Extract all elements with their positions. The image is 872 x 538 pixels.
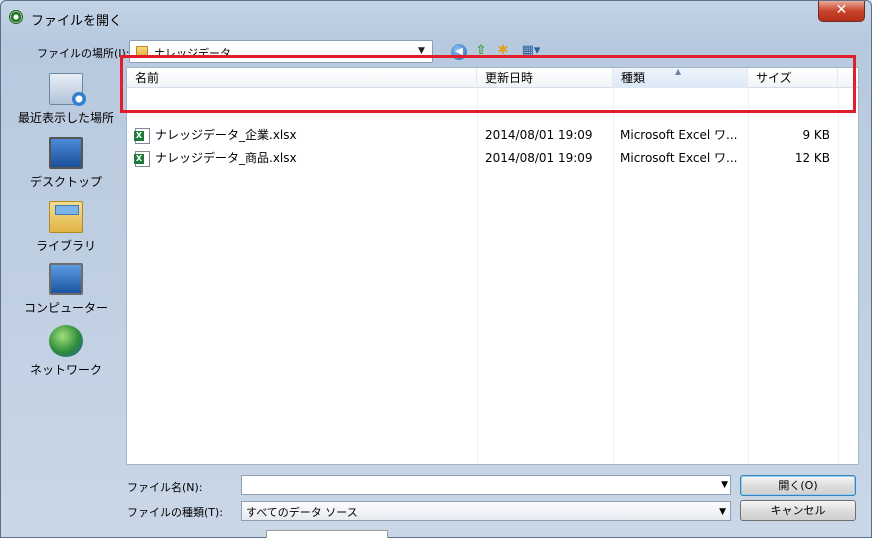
column-header: 名前 更新日時 ▲ 種類 サイズ bbox=[127, 67, 858, 88]
library-icon bbox=[49, 201, 83, 233]
look-in-label: ファイルの場所(I): bbox=[37, 47, 130, 60]
network-icon bbox=[49, 325, 83, 357]
close-icon: ✕ bbox=[835, 2, 848, 18]
place-label: 最近表示した場所 bbox=[17, 111, 114, 125]
computer-icon bbox=[49, 263, 83, 295]
place-label: デスクトップ bbox=[29, 175, 102, 189]
app-icon bbox=[9, 10, 23, 24]
column-size[interactable]: サイズ bbox=[748, 68, 838, 88]
open-button[interactable]: 開く(O) bbox=[740, 475, 856, 496]
title-bar[interactable]: ファイルを開く ✕ bbox=[1, 1, 871, 33]
excel-file-icon bbox=[134, 151, 150, 167]
place-computer[interactable]: コンピューター bbox=[9, 263, 123, 316]
desktop-icon bbox=[49, 137, 83, 169]
file-size: 9 KB bbox=[802, 128, 830, 142]
place-label: ライブラリ bbox=[35, 239, 96, 253]
filetype-select[interactable]: すべてのデータ ソース ▼ bbox=[241, 501, 731, 521]
file-row[interactable]: ナレッジデータ_商品.xlsx 2014/08/01 19:09 Microso… bbox=[127, 147, 858, 170]
place-library[interactable]: ライブラリ bbox=[9, 201, 123, 254]
column-type-label: 種類 bbox=[621, 71, 646, 85]
file-list[interactable]: 名前 更新日時 ▲ 種類 サイズ ナレッジデータ_企業.xlsx 2014/08… bbox=[126, 67, 859, 465]
places-bar: 最近表示した場所 デスクトップ ライブラリ コンピューター ネットワーク bbox=[9, 67, 123, 467]
file-modified: 2014/08/01 19:09 bbox=[485, 151, 593, 165]
excel-file-icon bbox=[134, 128, 150, 144]
folder-icon bbox=[136, 46, 148, 57]
filename-label: ファイル名(N): bbox=[127, 481, 203, 494]
up-folder-button[interactable]: ⇧ bbox=[471, 41, 491, 61]
column-name[interactable]: 名前 bbox=[127, 68, 477, 88]
file-name: ナレッジデータ_商品.xlsx bbox=[155, 151, 297, 165]
chevron-down-icon[interactable]: ▼ bbox=[413, 43, 430, 60]
new-folder-button[interactable]: ✱ bbox=[493, 41, 513, 61]
file-name: ナレッジデータ_企業.xlsx bbox=[155, 128, 297, 142]
up-arrow-icon: ⇧ bbox=[475, 43, 487, 58]
back-arrow-icon: ◀ bbox=[451, 44, 467, 60]
place-label: ネットワーク bbox=[29, 363, 102, 377]
chevron-down-icon: ▼ bbox=[719, 507, 726, 517]
background-window-edge bbox=[266, 530, 388, 538]
filename-input[interactable]: ▼ bbox=[241, 475, 731, 495]
view-menu-button[interactable]: ▦▾ bbox=[517, 41, 545, 61]
look-in-combobox[interactable]: ナレッジデータ ▼ bbox=[129, 40, 433, 63]
column-modified[interactable]: 更新日時 bbox=[477, 68, 613, 88]
close-button[interactable]: ✕ bbox=[818, 1, 865, 22]
cancel-button[interactable]: キャンセル bbox=[740, 500, 856, 521]
place-network[interactable]: ネットワーク bbox=[9, 325, 123, 378]
new-folder-icon: ✱ bbox=[497, 43, 509, 58]
file-type: Microsoft Excel ワ... bbox=[620, 151, 738, 165]
sort-ascending-icon: ▲ bbox=[675, 67, 682, 76]
chevron-down-icon[interactable]: ▼ bbox=[721, 477, 728, 493]
file-size: 12 KB bbox=[794, 151, 830, 165]
filetype-label: ファイルの種類(T): bbox=[127, 506, 224, 519]
file-type: Microsoft Excel ワ... bbox=[620, 128, 738, 142]
window-title: ファイルを開く bbox=[31, 14, 123, 29]
look-in-value: ナレッジデータ bbox=[154, 47, 231, 60]
column-type[interactable]: ▲ 種類 bbox=[613, 67, 748, 88]
view-grid-icon: ▦▾ bbox=[521, 43, 541, 58]
place-label: コンピューター bbox=[23, 301, 108, 315]
recent-places-icon bbox=[49, 73, 86, 106]
dialog-client: ファイルの場所(I): ナレッジデータ ▼ ◀ ⇧ ✱ ▦▾ 最近表示した場所 … bbox=[9, 33, 865, 531]
open-file-dialog: ファイルを開く ✕ ファイルの場所(I): ナレッジデータ ▼ ◀ ⇧ ✱ ▦▾… bbox=[0, 0, 872, 538]
back-button[interactable]: ◀ bbox=[449, 41, 469, 61]
filetype-value: すべてのデータ ソース bbox=[246, 506, 358, 519]
file-row[interactable]: ナレッジデータ_企業.xlsx 2014/08/01 19:09 Microso… bbox=[127, 124, 858, 147]
place-desktop[interactable]: デスクトップ bbox=[9, 137, 123, 190]
place-recent[interactable]: 最近表示した場所 bbox=[9, 73, 123, 126]
file-modified: 2014/08/01 19:09 bbox=[485, 128, 593, 142]
